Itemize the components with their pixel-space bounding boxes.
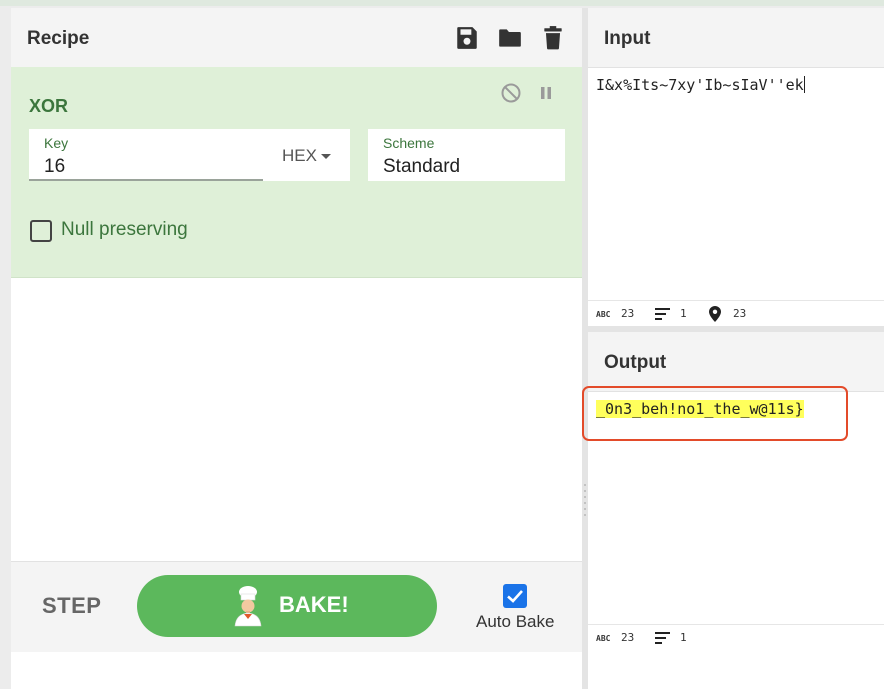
text-cursor bbox=[803, 76, 805, 93]
recipe-title: Recipe bbox=[27, 28, 90, 49]
abc-icon: ABC bbox=[596, 310, 611, 319]
abc-icon: ABC bbox=[596, 634, 611, 643]
folder-icon[interactable] bbox=[497, 25, 523, 51]
output-header: Output bbox=[588, 332, 884, 392]
save-icon[interactable] bbox=[454, 25, 480, 51]
location-pin-icon bbox=[709, 306, 721, 322]
key-label: Key bbox=[44, 135, 69, 151]
input-status-bar: ABC 23 1 23 bbox=[588, 300, 884, 327]
auto-bake-label: Auto Bake bbox=[476, 612, 555, 631]
input-title: Input bbox=[604, 28, 651, 49]
checkmark-icon bbox=[507, 590, 523, 603]
top-strip bbox=[0, 0, 884, 6]
step-button[interactable]: STEP bbox=[42, 593, 101, 619]
key-underline bbox=[29, 179, 263, 181]
output-annotation-box bbox=[582, 386, 848, 441]
trash-icon[interactable] bbox=[540, 25, 566, 51]
grip-dot bbox=[584, 508, 586, 510]
bake-button[interactable]: BAKE! bbox=[137, 575, 437, 637]
disable-icon[interactable] bbox=[500, 82, 522, 104]
bake-label: BAKE! bbox=[279, 592, 349, 617]
scheme-select[interactable]: Scheme Standard bbox=[368, 129, 565, 181]
grip-dot bbox=[584, 502, 586, 504]
chef-icon bbox=[234, 586, 262, 627]
input-lines: 1 bbox=[680, 307, 687, 320]
scheme-value: Standard bbox=[383, 156, 461, 177]
lines-icon bbox=[655, 308, 670, 320]
key-format-label: HEX bbox=[282, 146, 317, 165]
output-length: 23 bbox=[621, 631, 635, 644]
scheme-label: Scheme bbox=[383, 135, 435, 151]
input-length: 23 bbox=[621, 307, 635, 320]
null-preserving-label: Null preserving bbox=[61, 219, 188, 240]
grip-dot bbox=[584, 514, 586, 516]
output-lines: 1 bbox=[680, 631, 687, 644]
xor-operation: XOR Key 16 HEX Scheme Standard Null pres… bbox=[11, 67, 582, 278]
recipe-header: Recipe bbox=[11, 8, 582, 68]
grip-dot bbox=[584, 490, 586, 492]
key-format-dropdown[interactable]: HEX bbox=[263, 129, 350, 181]
key-value: 16 bbox=[44, 156, 66, 177]
input-textarea[interactable]: I&x%Its~7xy'Ib~sIaV''ek bbox=[596, 76, 805, 94]
lines-icon bbox=[655, 632, 670, 644]
key-field[interactable]: Key 16 bbox=[29, 129, 263, 181]
auto-bake-checkbox[interactable] bbox=[503, 584, 527, 608]
output-title: Output bbox=[604, 352, 667, 373]
bake-bar: STEP BAKE! Auto Bake bbox=[11, 561, 582, 652]
input-pane: Input I&x%Its~7xy'Ib~sIaV''ek ABC 23 1 2… bbox=[588, 8, 884, 327]
grip-dot bbox=[584, 496, 586, 498]
grip-dot bbox=[584, 484, 586, 486]
null-preserving-checkbox[interactable] bbox=[30, 220, 52, 242]
input-header: Input bbox=[588, 8, 884, 68]
output-status-bar: ABC 23 1 bbox=[588, 624, 884, 651]
operation-title: XOR bbox=[29, 96, 69, 116]
input-text: I&x%Its~7xy'Ib~sIaV''ek bbox=[596, 76, 804, 94]
recipe-pane: Recipe XOR Key 16 HEX Scheme Standard Nu… bbox=[11, 8, 582, 689]
input-position: 23 bbox=[733, 307, 747, 320]
pause-icon[interactable] bbox=[535, 82, 557, 104]
caret-down-icon bbox=[321, 154, 331, 159]
